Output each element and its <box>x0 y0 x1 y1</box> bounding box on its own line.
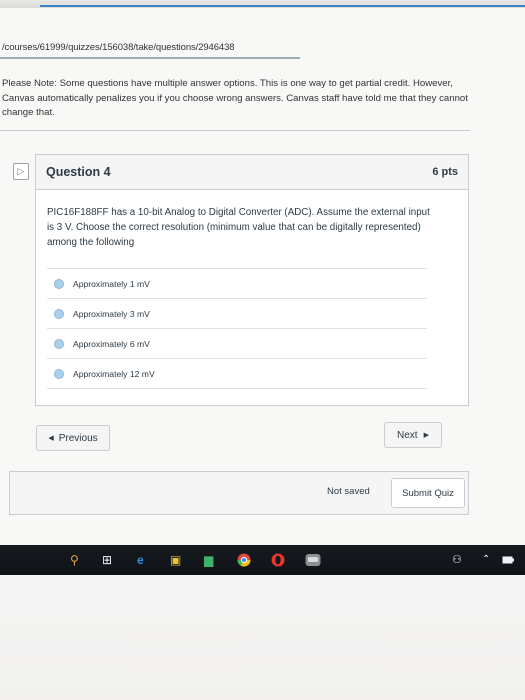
question-text: PIC16F188FF has a 10-bit Analog to Digit… <box>47 207 430 248</box>
desk-background <box>0 575 525 700</box>
answer-label: Approximately 6 mV <box>73 338 150 349</box>
url-text[interactable]: /courses/61999/quizzes/156038/take/quest… <box>2 42 235 53</box>
save-status: Not saved <box>327 486 370 497</box>
quiz-footer: Not saved Submit Quiz <box>9 471 469 515</box>
question-card: Question 4 6 pts PIC16F188FF has a 10-bi… <box>35 154 469 406</box>
chevron-right-icon: ▶ <box>423 432 429 439</box>
chrome-icon[interactable] <box>237 553 251 567</box>
task-view-icon[interactable]: ⊞ <box>102 553 112 567</box>
question-title: Question 4 <box>46 165 111 179</box>
answer-list: Approximately 1 mV Approximately 3 mV Ap… <box>47 268 427 389</box>
photos-icon[interactable]: ▆ <box>204 553 213 567</box>
chevron-up-icon[interactable]: ⌃ <box>482 553 490 567</box>
answer-label: Approximately 12 mV <box>73 368 155 379</box>
answer-label: Approximately 1 mV <box>73 278 150 289</box>
next-button[interactable]: Next ▶ <box>384 422 442 448</box>
question-points: 6 pts <box>432 166 458 178</box>
battery-icon <box>502 553 514 567</box>
previous-label: Previous <box>58 432 98 444</box>
answer-option[interactable]: Approximately 6 mV <box>47 328 427 358</box>
opera-icon[interactable] <box>271 553 285 567</box>
browser-top-edge <box>0 0 525 8</box>
browser-page: /courses/61999/quizzes/156038/take/quest… <box>0 0 525 545</box>
radio-button[interactable] <box>54 278 64 289</box>
answer-option[interactable]: Approximately 3 mV <box>47 298 427 328</box>
answer-label: Approximately 3 mV <box>73 308 150 319</box>
question-header: Question 4 6 pts <box>36 155 468 190</box>
radio-button[interactable] <box>54 308 64 319</box>
answer-option[interactable]: Approximately 12 mV <box>47 358 427 389</box>
app-icon[interactable] <box>305 553 321 567</box>
search-icon[interactable]: ⚲ <box>70 553 79 567</box>
store-icon[interactable]: ▣ <box>170 553 181 567</box>
edge-icon[interactable]: e <box>137 553 144 567</box>
submit-quiz-button[interactable]: Submit Quiz <box>391 478 465 508</box>
radio-button[interactable] <box>54 368 64 379</box>
header-divider <box>0 57 300 59</box>
next-label: Next <box>397 429 418 441</box>
quiz-note: Please Note: Some questions have multipl… <box>2 78 468 118</box>
previous-button[interactable]: ◀ Previous <box>36 425 110 451</box>
answer-option[interactable]: Approximately 1 mV <box>47 268 427 298</box>
submit-label: Submit Quiz <box>402 487 454 499</box>
flag-question-icon[interactable]: ▷ <box>13 163 29 180</box>
chevron-left-icon: ◀ <box>48 435 54 442</box>
taskbar: ⚲ ⊞ e ▣ ▆ ⚇ ⌃ <box>0 545 525 575</box>
radio-button[interactable] <box>54 338 64 349</box>
people-icon[interactable]: ⚇ <box>452 553 462 567</box>
note-divider <box>0 130 470 131</box>
